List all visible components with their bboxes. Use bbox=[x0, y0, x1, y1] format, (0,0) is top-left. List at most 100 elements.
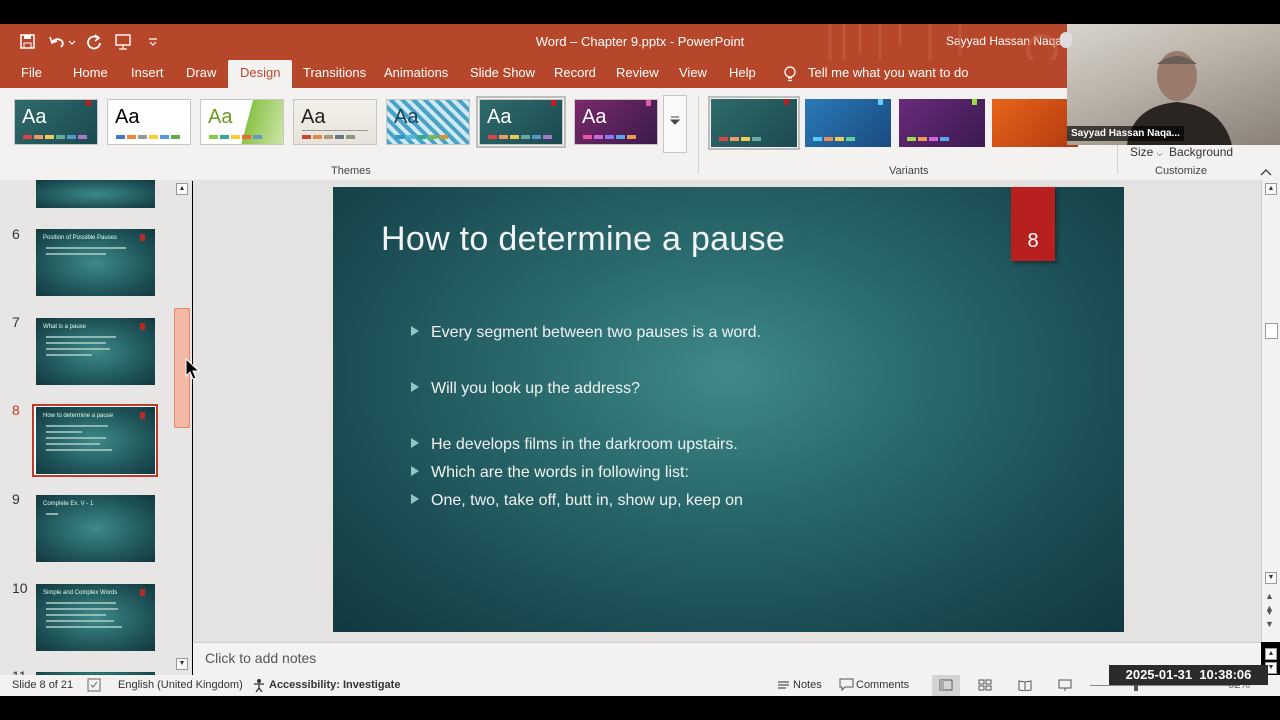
tab-view[interactable]: View bbox=[679, 60, 707, 88]
bullet-item[interactable]: Which are the words in following list: bbox=[411, 464, 689, 482]
tab-slide-show[interactable]: Slide Show bbox=[470, 60, 535, 88]
scrollbar-thumb[interactable] bbox=[1265, 323, 1278, 339]
tab-file[interactable]: File bbox=[21, 60, 42, 88]
redo-icon[interactable] bbox=[86, 33, 102, 50]
slide-sorter-icon[interactable] bbox=[978, 679, 992, 691]
slide-counter: Slide 8 of 21 bbox=[12, 679, 74, 691]
reading-view-icon[interactable] bbox=[1018, 679, 1032, 691]
accessibility-icon[interactable] bbox=[252, 678, 267, 693]
tell-me-search[interactable]: Tell me what you want to do bbox=[808, 60, 968, 88]
tab-record[interactable]: Record bbox=[554, 60, 596, 88]
tab-help[interactable]: Help bbox=[729, 60, 756, 88]
thumbnail-number: 9 bbox=[12, 491, 20, 507]
notes-pane[interactable]: Click to add notes bbox=[193, 642, 1261, 676]
bullet-item[interactable]: Every segment between two pauses is a wo… bbox=[411, 324, 761, 342]
save-icon[interactable] bbox=[20, 34, 36, 50]
themes-more-button[interactable] bbox=[663, 95, 687, 153]
comments-icon bbox=[839, 678, 854, 692]
bullet-text: Which are the words in following list: bbox=[431, 464, 689, 481]
theme-label: Aa bbox=[394, 106, 419, 128]
thumbnail-content bbox=[46, 425, 112, 455]
thumbnail-number: 10 bbox=[12, 580, 28, 596]
comments-button[interactable]: Comments bbox=[856, 679, 909, 691]
thumbnail-content bbox=[46, 336, 116, 360]
title-bar-pattern bbox=[828, 24, 1058, 60]
theme-thumbnail[interactable]: Aa bbox=[14, 99, 98, 145]
tab-transitions[interactable]: Transitions bbox=[303, 60, 366, 88]
tab-draw[interactable]: Draw bbox=[186, 60, 216, 88]
format-background-button[interactable]: Background bbox=[1169, 145, 1233, 159]
tab-insert[interactable]: Insert bbox=[131, 60, 164, 88]
slide-size-button[interactable]: Size ⌵ bbox=[1130, 145, 1163, 159]
tab-home[interactable]: Home bbox=[73, 60, 108, 88]
accessibility-status[interactable]: Accessibility: Investigate bbox=[269, 679, 400, 691]
editor-scrollbar[interactable]: ▲ ▼ ▲ ▲ ▼ ▼ bbox=[1261, 180, 1280, 642]
thumbnail-content bbox=[46, 513, 58, 519]
customize-icon[interactable] bbox=[148, 38, 158, 46]
thumbnail-number: 11 bbox=[12, 668, 27, 675]
lightbulb-icon bbox=[784, 66, 796, 82]
notes-placeholder[interactable]: Click to add notes bbox=[205, 650, 316, 666]
theme-thumbnail[interactable]: Aa bbox=[293, 99, 377, 145]
theme-thumbnail[interactable]: Aa bbox=[574, 99, 658, 145]
scroll-down-icon[interactable]: ▼ bbox=[176, 658, 188, 670]
bullet-item[interactable]: He develops films in the darkroom upstai… bbox=[411, 436, 738, 454]
scroll-up-icon[interactable]: ▲ bbox=[1265, 183, 1277, 195]
slide-thumbnail[interactable] bbox=[36, 180, 155, 208]
variants-group-label: Variants bbox=[889, 165, 929, 177]
thumbnail-content bbox=[46, 247, 126, 259]
variant-thumbnail[interactable] bbox=[899, 99, 985, 147]
slide-thumbnail[interactable]: Position of Possible Pauses bbox=[36, 229, 155, 296]
present-icon[interactable] bbox=[114, 33, 136, 50]
thumbnail-content bbox=[46, 602, 122, 632]
theme-label: Aa bbox=[487, 106, 512, 128]
slideshow-icon[interactable] bbox=[1058, 679, 1072, 691]
bullet-item[interactable]: One, two, take off, butt in, show up, ke… bbox=[411, 492, 743, 510]
slide-thumbnail[interactable]: What is a pause bbox=[36, 318, 155, 385]
scroll-up-icon[interactable]: ▲ bbox=[1265, 648, 1277, 660]
variant-thumbnail[interactable] bbox=[992, 99, 1078, 147]
spelling-check-icon[interactable] bbox=[87, 678, 102, 692]
theme-label: Aa bbox=[115, 106, 140, 128]
theme-thumbnail-selected[interactable]: Aa bbox=[476, 96, 566, 148]
slide-title[interactable]: How to determine a pause bbox=[381, 220, 785, 259]
undo-icon[interactable] bbox=[48, 34, 76, 50]
tab-review[interactable]: Review bbox=[616, 60, 659, 88]
tab-animations[interactable]: Animations bbox=[384, 60, 448, 88]
scroll-up-icon[interactable]: ▲ bbox=[176, 183, 188, 195]
bullet-text: Every segment between two pauses is a wo… bbox=[431, 324, 761, 341]
collapse-ribbon-icon[interactable] bbox=[1260, 167, 1272, 177]
thumbnail-number-active: 8 bbox=[12, 402, 20, 418]
slide-thumbnail[interactable]: Complete Ex. V - 1 bbox=[36, 495, 155, 562]
bullet-icon bbox=[411, 438, 419, 448]
zoom-slider[interactable] bbox=[1090, 685, 1240, 686]
slide-canvas[interactable]: How to determine a pause 8 Every segment… bbox=[333, 187, 1124, 632]
bullet-icon bbox=[411, 326, 419, 336]
thumbnail-title: Simple and Complex Words bbox=[43, 590, 118, 596]
bullet-text: One, two, take off, butt in, show up, ke… bbox=[431, 492, 743, 509]
expand-gallery-icon bbox=[670, 116, 680, 125]
slide-marker bbox=[140, 412, 145, 419]
chevron-down-icon: ⌵ bbox=[1156, 149, 1163, 158]
slide-thumbnail-active[interactable]: How to determine a pause bbox=[36, 407, 155, 474]
themes-group-label: Themes bbox=[331, 165, 371, 177]
slide-number-tag: 8 bbox=[1011, 187, 1055, 261]
bullet-item[interactable]: Will you look up the address? bbox=[411, 380, 640, 398]
language-indicator[interactable]: English (United Kingdom) bbox=[118, 679, 243, 691]
status-bar: Slide 8 of 21 English (United Kingdom) A… bbox=[0, 675, 1280, 696]
theme-thumbnail[interactable]: Aa bbox=[200, 99, 284, 145]
thumbnails-scrollbar[interactable]: ▲ ▼ bbox=[173, 180, 191, 675]
avatar[interactable] bbox=[1060, 32, 1072, 48]
tab-design[interactable]: Design bbox=[228, 60, 293, 88]
theme-thumbnail[interactable]: Aa bbox=[386, 99, 470, 145]
slide-thumbnail[interactable]: Simple and Complex Words bbox=[36, 584, 155, 651]
theme-thumbnail[interactable]: Aa bbox=[107, 99, 191, 145]
normal-view-button[interactable] bbox=[932, 675, 960, 696]
thumbnail-title: What is a pause bbox=[43, 324, 87, 330]
next-slide-icon[interactable]: ▼ ▼ bbox=[1265, 606, 1274, 630]
scroll-down-icon[interactable]: ▼ bbox=[1265, 572, 1277, 584]
notes-button[interactable]: Notes bbox=[793, 679, 822, 691]
variant-thumbnail[interactable] bbox=[805, 99, 891, 147]
customize-group-label: Customize bbox=[1155, 165, 1207, 177]
variant-thumbnail-selected[interactable] bbox=[708, 96, 800, 150]
